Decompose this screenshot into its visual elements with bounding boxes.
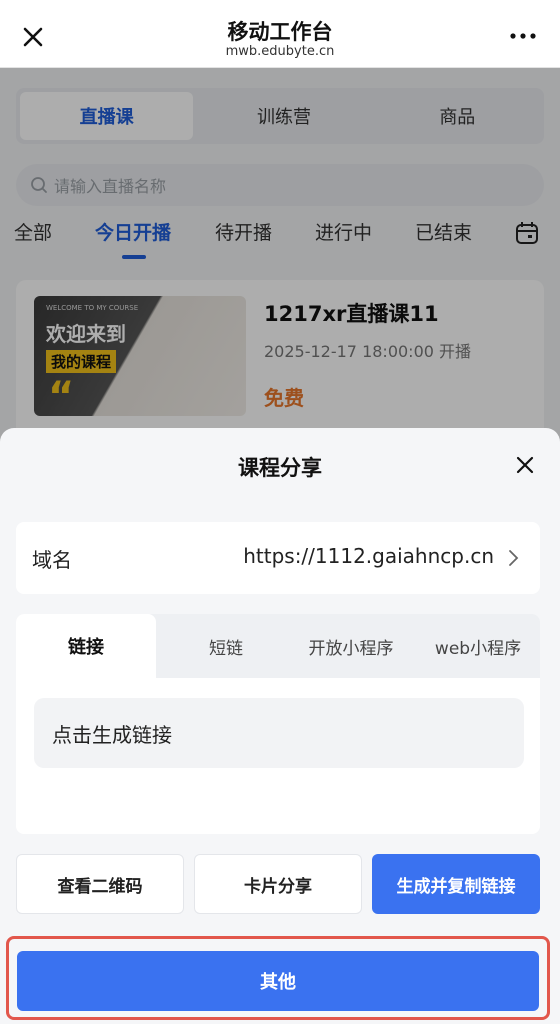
action-buttons: 查看二维码 卡片分享 生成并复制链接: [16, 854, 540, 914]
more-icon[interactable]: [508, 26, 538, 46]
share-sheet: 课程分享 域名 https://1112.gaiahncp.cn 链接 短链 开…: [0, 428, 560, 1024]
generated-link-field[interactable]: 点击生成链接: [34, 698, 524, 768]
other-button[interactable]: 其他: [17, 951, 539, 1011]
view-qrcode-button[interactable]: 查看二维码: [16, 854, 184, 914]
tab-web-miniprogram[interactable]: web小程序: [416, 614, 540, 678]
card-share-button[interactable]: 卡片分享: [194, 854, 362, 914]
page-domain: mwb.edubyte.cn: [225, 44, 335, 59]
chevron-right-icon: [509, 550, 519, 566]
domain-selector[interactable]: 域名 https://1112.gaiahncp.cn: [16, 522, 540, 594]
tab-short-link[interactable]: 短链: [166, 614, 286, 678]
highlight-box: 其他: [6, 936, 550, 1020]
link-type-card: 链接 短链 开放小程序 web小程序 点击生成链接: [16, 614, 540, 834]
sheet-title: 课程分享: [238, 456, 322, 480]
generate-copy-link-button[interactable]: 生成并复制链接: [372, 854, 540, 914]
tab-link[interactable]: 链接: [16, 614, 156, 678]
domain-label: 域名: [32, 548, 72, 572]
tab-open-miniprogram[interactable]: 开放小程序: [288, 614, 414, 678]
top-nav-bar: 移动工作台 mwb.edubyte.cn: [0, 0, 560, 68]
link-type-tabs: 链接 短链 开放小程序 web小程序: [16, 614, 540, 678]
close-icon[interactable]: [510, 450, 540, 480]
domain-value: https://1112.gaiahncp.cn: [243, 544, 494, 568]
page-title: 移动工作台: [227, 20, 333, 44]
